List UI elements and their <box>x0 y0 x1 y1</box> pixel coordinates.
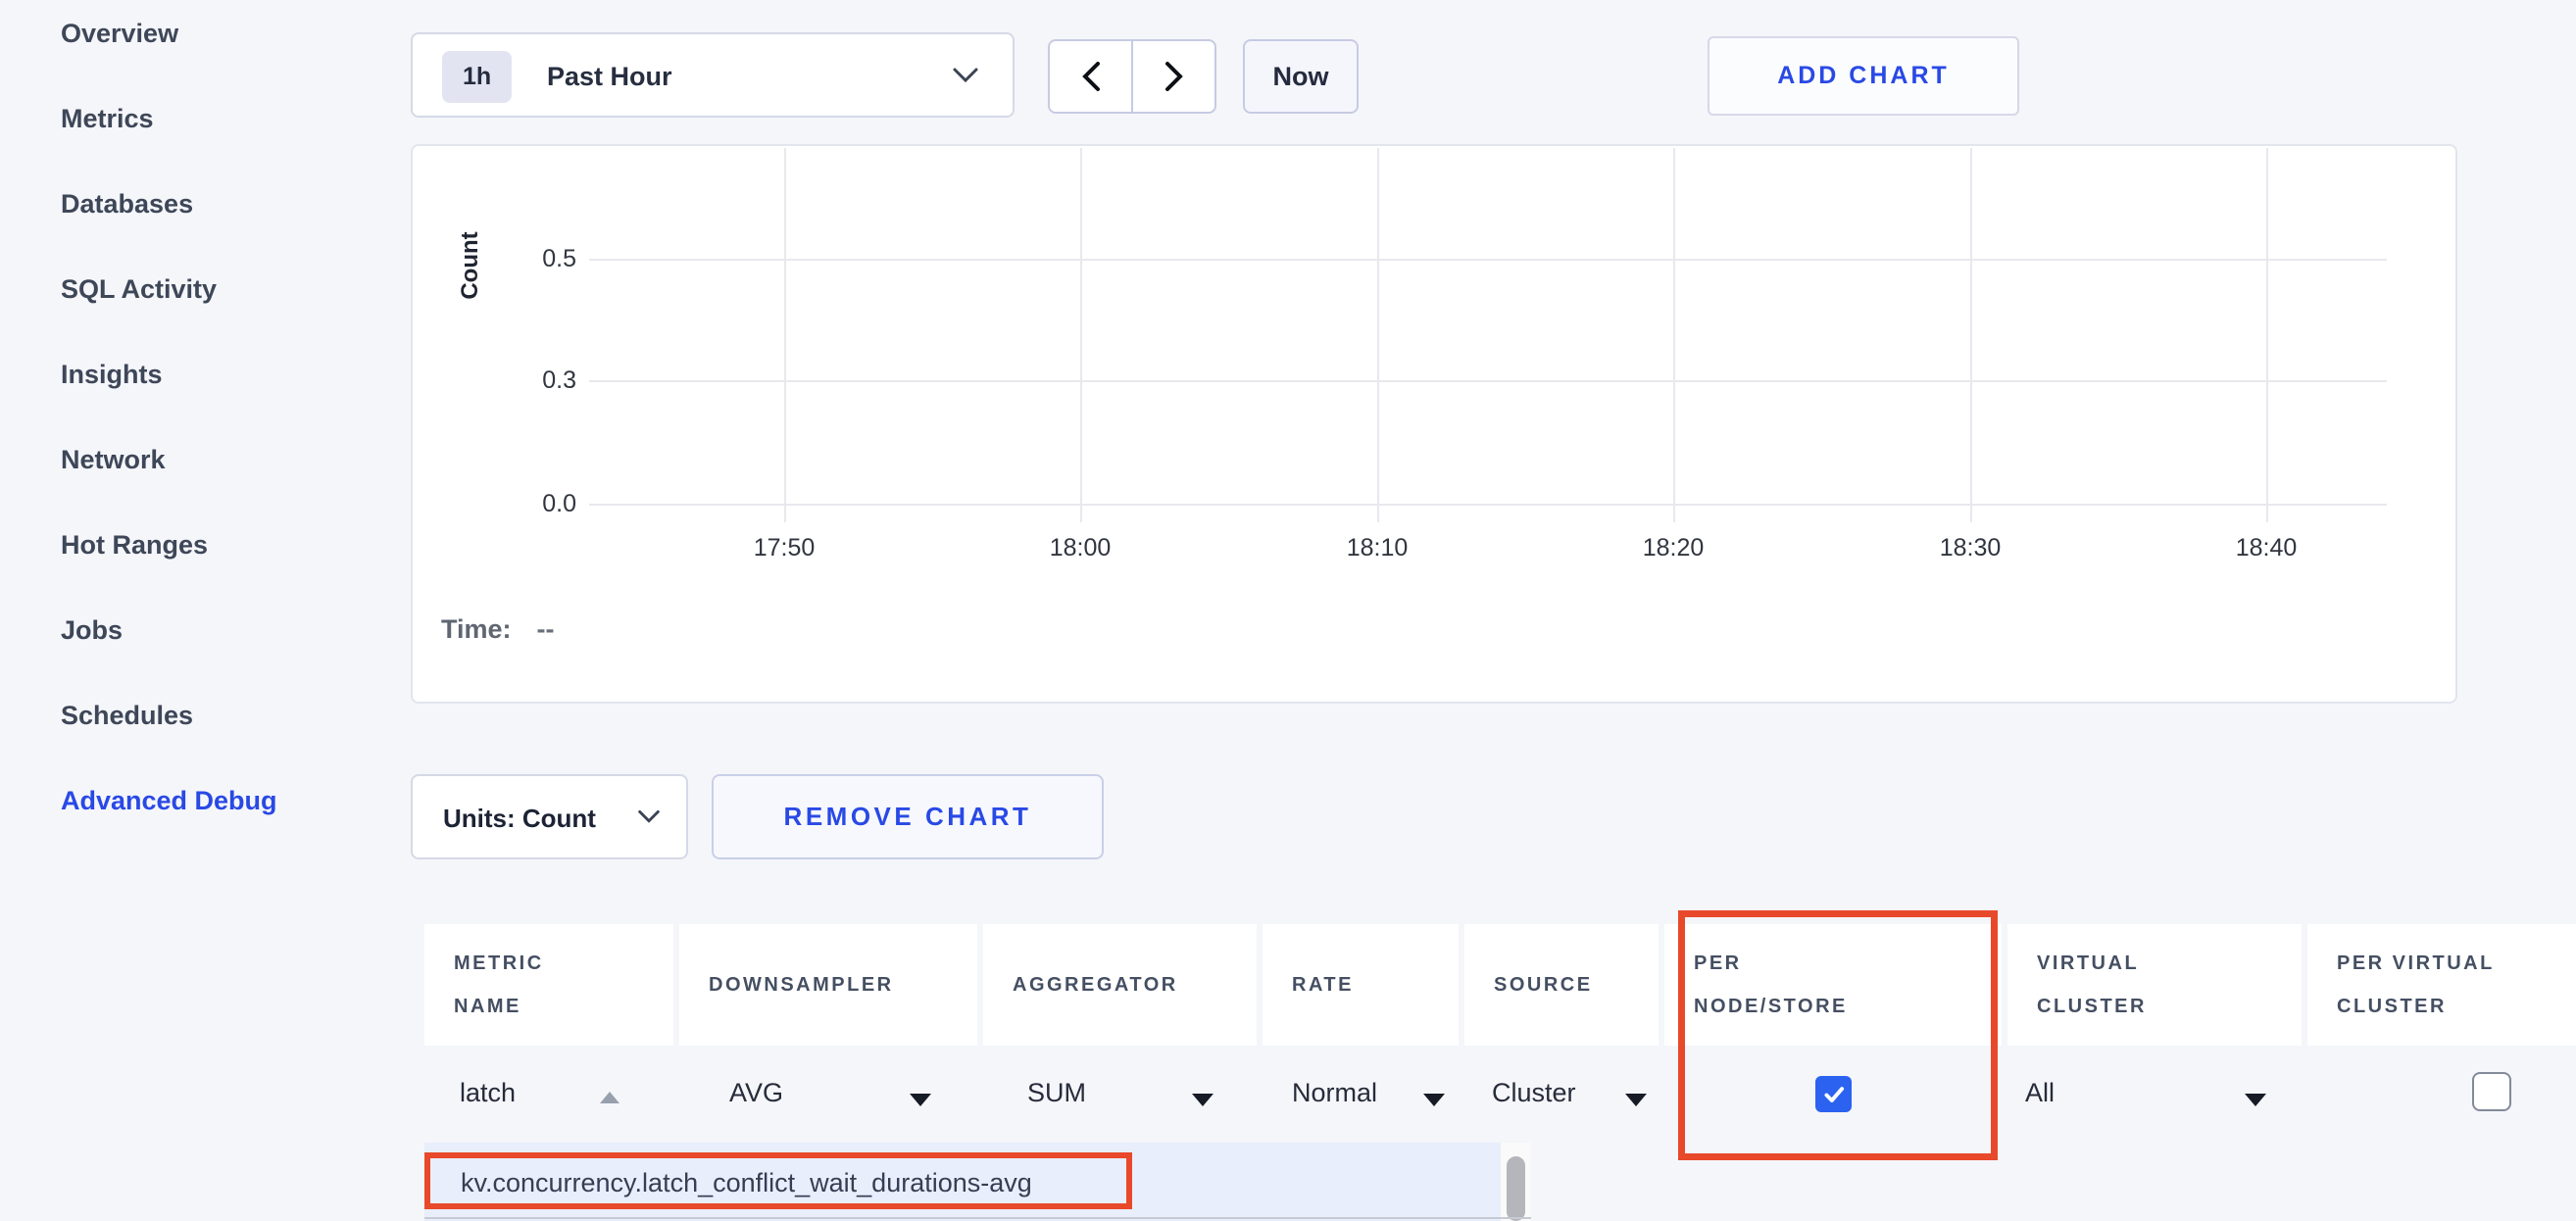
sidebar-item-databases[interactable]: Databases <box>61 162 355 247</box>
sidebar-item-hot-ranges[interactable]: Hot Ranges <box>61 503 355 588</box>
x-tick-label: 18:40 <box>2198 534 2335 562</box>
hover-time-readout: Time: -- <box>441 614 555 645</box>
chevron-right-icon <box>1164 61 1185 92</box>
sidebar: Overview Metrics Databases SQL Activity … <box>61 0 355 844</box>
remove-chart-button[interactable]: REMOVE CHART <box>712 774 1104 859</box>
sidebar-item-sql-activity[interactable]: SQL Activity <box>61 247 355 332</box>
header-metric-name: METRIC NAME <box>424 924 673 1046</box>
header-source: SOURCE <box>1464 924 1659 1046</box>
sidebar-item-schedules[interactable]: Schedules <box>61 673 355 758</box>
header-label: RATE <box>1292 963 1354 1006</box>
time-label: Time: <box>441 614 512 644</box>
x-tick-label: 18:30 <box>1902 534 2039 562</box>
header-per-virtual-cluster: PER VIRTUAL CLUSTER <box>2307 924 2576 1046</box>
advanced-debug-custom-chart-page: Overview Metrics Databases SQL Activity … <box>0 0 2576 1221</box>
metric-autocomplete-dropdown: kv.concurrency.latch_conflict_wait_durat… <box>424 1143 1501 1221</box>
chart-card: Count 0.5 0.3 0.0 17:50 18:00 18:10 18:2… <box>411 144 2457 704</box>
gridline <box>589 380 2387 382</box>
time-window-pager <box>1048 39 1216 114</box>
source-select[interactable]: Cluster <box>1492 1078 1576 1108</box>
chevron-down-icon <box>952 66 979 85</box>
next-time-button[interactable] <box>1132 39 1216 114</box>
x-tick-label: 18:00 <box>1012 534 1149 562</box>
y-axis-label: Count <box>457 168 484 364</box>
chevron-left-icon <box>1080 61 1102 92</box>
header-label: DOWNSAMPLER <box>709 963 894 1006</box>
time-range-badge: 1h <box>442 51 512 103</box>
caret-down-icon[interactable] <box>1423 1094 1445 1106</box>
gridline <box>589 259 2387 261</box>
header-label: METRIC NAME <box>454 942 571 1028</box>
per-virtual-cluster-checkbox[interactable] <box>2472 1072 2511 1111</box>
now-button[interactable]: Now <box>1243 39 1359 114</box>
header-per-node-store: PER NODE/STORE <box>1664 924 2002 1046</box>
header-rate: RATE <box>1263 924 1459 1046</box>
gridline <box>1970 148 1972 522</box>
aggregator-select[interactable]: SUM <box>1027 1078 1086 1108</box>
scrollbar-thumb[interactable] <box>1507 1156 1525 1221</box>
virtual-cluster-select[interactable]: All <box>2025 1078 2055 1108</box>
time-range-select[interactable]: 1h Past Hour <box>411 32 1015 118</box>
gridline <box>589 504 2387 506</box>
downsampler-select[interactable]: AVG <box>729 1078 783 1108</box>
autocomplete-suggestion[interactable]: kv.concurrency.latch_conflict_wait_durat… <box>461 1168 1032 1198</box>
header-label: VIRTUAL CLUSTER <box>2037 942 2194 1028</box>
sidebar-item-overview[interactable]: Overview <box>61 0 355 76</box>
y-tick-label: 0.5 <box>506 245 576 274</box>
gridline <box>784 148 786 522</box>
caret-up-icon[interactable] <box>600 1092 619 1103</box>
metric-name-input[interactable]: latch <box>460 1078 516 1108</box>
units-select-label: Units: Count <box>443 804 596 834</box>
time-value: -- <box>537 614 555 644</box>
time-range-label: Past Hour <box>547 62 672 92</box>
prev-time-button[interactable] <box>1048 39 1132 114</box>
rate-select[interactable]: Normal <box>1292 1078 1377 1108</box>
caret-down-icon[interactable] <box>1625 1094 1647 1106</box>
gridline <box>1377 148 1379 522</box>
sidebar-item-jobs[interactable]: Jobs <box>61 588 355 673</box>
caret-down-icon[interactable] <box>910 1094 931 1106</box>
check-icon <box>1821 1082 1847 1107</box>
caret-down-icon[interactable] <box>2245 1094 2266 1106</box>
header-downsampler: DOWNSAMPLER <box>679 924 977 1046</box>
chevron-down-icon <box>637 808 661 825</box>
y-tick-label: 0.0 <box>506 490 576 519</box>
x-tick-label: 18:20 <box>1605 534 1742 562</box>
sidebar-item-insights[interactable]: Insights <box>61 332 355 417</box>
sidebar-item-advanced-debug[interactable]: Advanced Debug <box>61 758 355 844</box>
per-node-store-checkbox[interactable] <box>1815 1076 1852 1112</box>
dropdown-scrollbar[interactable] <box>1501 1143 1531 1221</box>
units-select[interactable]: Units: Count <box>411 774 688 859</box>
x-tick-label: 17:50 <box>716 534 853 562</box>
header-label: AGGREGATOR <box>1013 963 1178 1006</box>
sidebar-item-metrics[interactable]: Metrics <box>61 76 355 162</box>
y-tick-label: 0.3 <box>506 366 576 396</box>
header-label: SOURCE <box>1494 963 1593 1006</box>
header-virtual-cluster: VIRTUAL CLUSTER <box>2007 924 2302 1046</box>
gridline <box>1673 148 1675 522</box>
sidebar-item-network[interactable]: Network <box>61 417 355 503</box>
header-label: PER NODE/STORE <box>1694 942 1890 1028</box>
caret-down-icon[interactable] <box>1192 1094 1214 1106</box>
header-label: PER VIRTUAL CLUSTER <box>2337 942 2552 1028</box>
dropdown-row-divider <box>424 1217 1531 1219</box>
header-aggregator: AGGREGATOR <box>983 924 1257 1046</box>
gridline <box>2266 148 2268 522</box>
gridline <box>1080 148 1082 522</box>
add-chart-button[interactable]: ADD CHART <box>1708 36 2019 116</box>
x-tick-label: 18:10 <box>1309 534 1446 562</box>
